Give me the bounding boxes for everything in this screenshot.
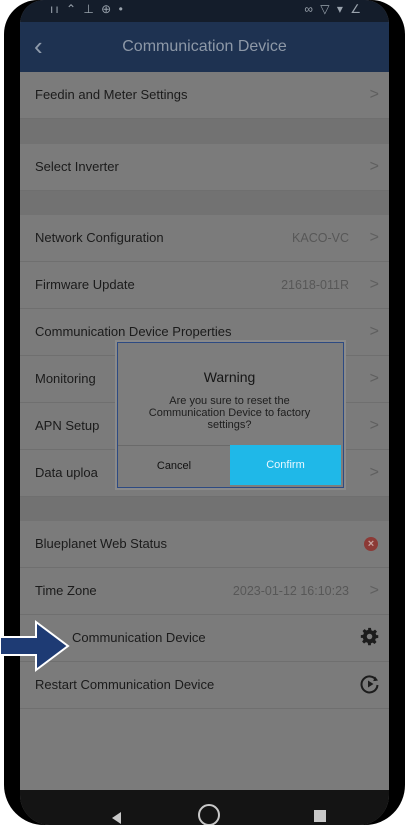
cancel-button[interactable]: Cancel bbox=[118, 445, 230, 486]
restart-play-icon[interactable] bbox=[360, 674, 380, 694]
chevron-right-icon: > bbox=[369, 370, 379, 387]
nav-home-icon[interactable] bbox=[198, 804, 220, 825]
chevron-right-icon: > bbox=[369, 229, 379, 246]
row-feedin-meter-settings[interactable]: Feedin and Meter Settings > bbox=[20, 72, 389, 119]
nav-recents-icon[interactable] bbox=[314, 810, 326, 822]
chevron-right-icon: > bbox=[369, 276, 379, 293]
dialog-message: Are you sure to reset the Communication … bbox=[148, 395, 311, 431]
row-label: Communication Device bbox=[72, 630, 206, 645]
row-label: APN Setup bbox=[35, 418, 100, 433]
chevron-right-icon: > bbox=[369, 417, 379, 434]
section-gap bbox=[20, 191, 389, 215]
row-label: Select Inverter bbox=[35, 159, 119, 174]
status-left-icons: ıı ⌃ ⊥ ⊕ • bbox=[50, 2, 125, 16]
row-time-zone[interactable]: Time Zone 2023-01-12 16:10:23 > bbox=[20, 568, 389, 615]
row-label: Firmware Update bbox=[35, 277, 135, 292]
annotation-arrow-icon bbox=[0, 620, 70, 672]
row-firmware-update[interactable]: Firmware Update 21618-011R > bbox=[20, 262, 389, 309]
row-reset-communication-device[interactable]: Communication Device bbox=[20, 615, 389, 662]
row-label: Blueplanet Web Status bbox=[35, 536, 168, 551]
confirm-button[interactable]: Confirm bbox=[230, 445, 341, 485]
row-label: Time Zone bbox=[35, 583, 97, 598]
chevron-right-icon: > bbox=[369, 158, 379, 175]
section-gap bbox=[20, 119, 389, 144]
page-title: Communication Device bbox=[122, 38, 287, 55]
row-restart-communication-device[interactable]: Restart Communication Device bbox=[20, 662, 389, 709]
status-right-icons: ∞ ▽ ▾ ∠ bbox=[304, 2, 363, 16]
row-label: Data uploa bbox=[35, 465, 98, 480]
dialog-title: Warning bbox=[203, 369, 256, 385]
app-bar: ‹ Communication Device bbox=[20, 22, 389, 72]
section-gap bbox=[20, 497, 389, 521]
android-nav-bar bbox=[20, 790, 389, 825]
row-value: KACO-VC bbox=[292, 231, 349, 245]
row-network-configuration[interactable]: Network Configuration KACO-VC > bbox=[20, 215, 389, 262]
row-value: 2023-01-12 16:10:23 bbox=[232, 584, 349, 598]
chevron-right-icon: > bbox=[369, 323, 379, 340]
row-select-inverter[interactable]: Select Inverter > bbox=[20, 144, 389, 191]
chevron-right-icon: > bbox=[369, 86, 379, 103]
screen: ıı ⌃ ⊥ ⊕ • ∞ ▽ ▾ ∠ ‹ Communication Devic… bbox=[20, 0, 389, 825]
dialog-body: Warning Are you sure to reset the Commun… bbox=[118, 343, 341, 486]
row-label: Feedin and Meter Settings bbox=[35, 87, 188, 102]
error-status-icon: × bbox=[364, 537, 378, 551]
row-blueplanet-web-status[interactable]: Blueplanet Web Status × bbox=[20, 521, 389, 568]
warning-dialog: Warning Are you sure to reset the Commun… bbox=[117, 342, 344, 488]
gear-icon[interactable] bbox=[359, 626, 381, 648]
phone-frame: ıı ⌃ ⊥ ⊕ • ∞ ▽ ▾ ∠ ‹ Communication Devic… bbox=[4, 0, 405, 825]
row-value: 21618-011R bbox=[281, 278, 349, 292]
nav-back-icon[interactable] bbox=[112, 812, 121, 824]
row-label: Monitoring bbox=[35, 371, 96, 386]
status-bar: ıı ⌃ ⊥ ⊕ • ∞ ▽ ▾ ∠ bbox=[20, 0, 389, 22]
chevron-right-icon: > bbox=[369, 464, 379, 481]
row-label: Network Configuration bbox=[35, 230, 164, 245]
chevron-right-icon: > bbox=[369, 582, 379, 599]
